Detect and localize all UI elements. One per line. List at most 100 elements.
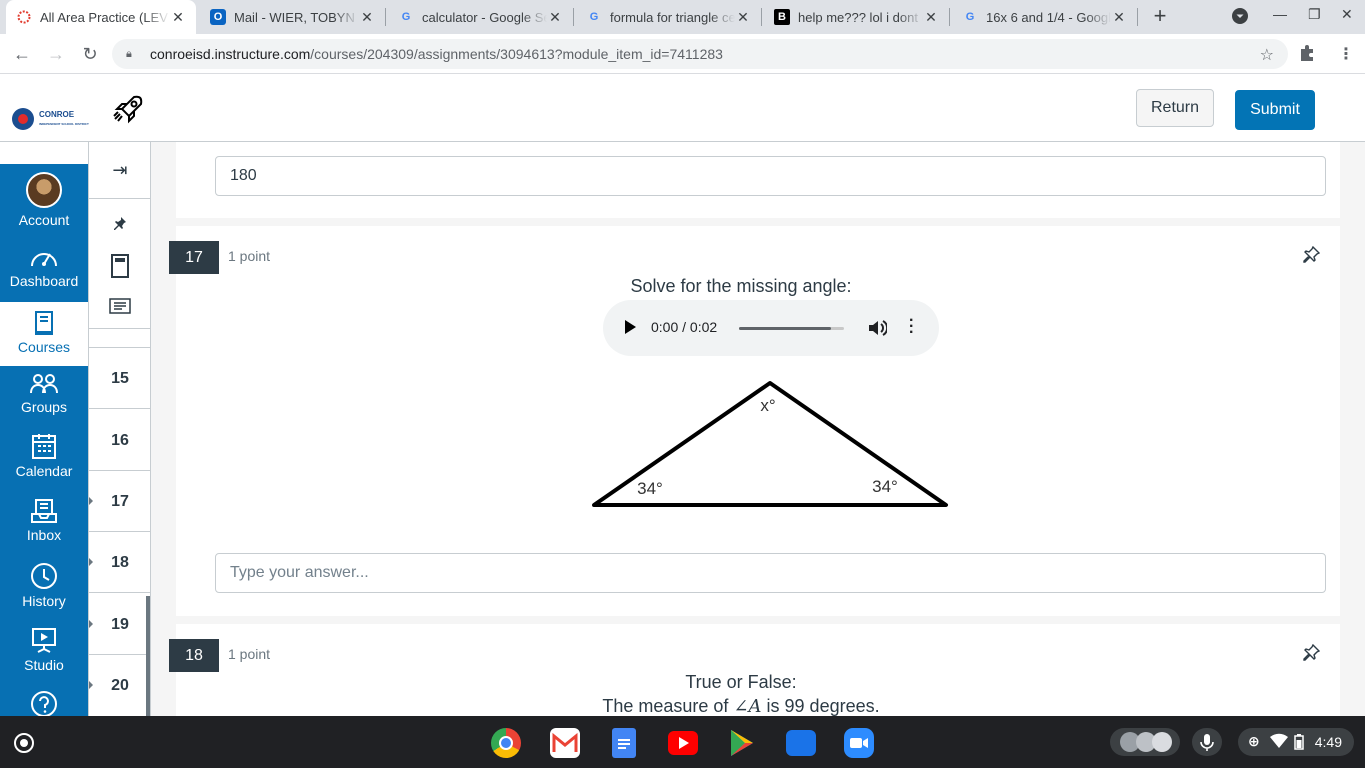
nav-groups[interactable]: Groups: [0, 372, 88, 428]
nav-help[interactable]: [0, 690, 88, 717]
question-nav-item[interactable]: 18: [89, 532, 151, 593]
question-sidebar: ⇥ 15 16 17 18 19 20: [88, 142, 151, 716]
return-button[interactable]: Return: [1136, 89, 1214, 127]
history-icon: [31, 563, 57, 589]
address-bar[interactable]: 🔒︎ conroeisd.instructure.com/courses/204…: [112, 39, 1288, 69]
wifi-icon: [1270, 733, 1288, 752]
global-nav: Account Dashboard Courses Groups Calenda…: [0, 164, 88, 717]
courses-icon: [35, 311, 53, 335]
close-window-icon[interactable]: ✕: [1341, 6, 1353, 23]
nav-courses[interactable]: Courses: [0, 302, 88, 366]
close-tab-icon[interactable]: ✕: [547, 9, 563, 26]
minimize-icon[interactable]: —: [1273, 6, 1287, 22]
answer-input[interactable]: Type your answer...: [215, 553, 1326, 593]
angle-left-label: 34°: [637, 479, 663, 498]
nav-account[interactable]: Account: [0, 172, 88, 234]
question-nav-item[interactable]: 17: [89, 471, 151, 532]
pin-question-icon[interactable]: [1302, 643, 1321, 667]
brainly-icon: B: [774, 9, 790, 25]
triangle-diagram: x° 34° 34°: [592, 381, 948, 507]
google-icon: G: [589, 11, 599, 23]
question-points: 1 point: [228, 248, 271, 264]
browser-tab-brainly[interactable]: B help me??? lol i dont g ✕: [764, 0, 949, 34]
question-nav-item[interactable]: 16: [89, 410, 151, 471]
youtube-icon[interactable]: [668, 731, 698, 755]
bookmark-star-icon[interactable]: ☆: [1260, 45, 1274, 65]
dashboard-icon: [31, 253, 57, 267]
expand-sidebar-icon[interactable]: ⇥: [89, 160, 151, 181]
close-tab-icon[interactable]: ✕: [359, 9, 375, 26]
nav-calendar[interactable]: Calendar: [0, 432, 88, 492]
zoom-icon[interactable]: [844, 728, 874, 758]
close-tab-icon[interactable]: ✕: [170, 9, 186, 26]
chrome-icon[interactable]: [491, 728, 521, 758]
pin-question-icon[interactable]: [1302, 245, 1321, 269]
files-icon[interactable]: [786, 730, 816, 756]
audio-progress-slider[interactable]: [739, 327, 844, 330]
outlook-icon: O: [210, 9, 226, 25]
play-icon[interactable]: [625, 320, 636, 334]
answer-field[interactable]: 180: [215, 156, 1326, 196]
new-tab-icon[interactable]: +: [1148, 4, 1172, 28]
forward-icon[interactable]: →: [44, 42, 68, 66]
back-icon[interactable]: ←: [10, 42, 34, 66]
question-nav-item[interactable]: 19: [89, 594, 151, 655]
browser-tab-search[interactable]: G 16x 6 and 1/4 - Googl ✕: [952, 0, 1137, 34]
browser-tab-strip: All Area Practice (LEV ✕ O Mail - WIER, …: [0, 0, 1365, 34]
nav-studio[interactable]: Studio: [0, 626, 88, 688]
question-points: 1 point: [228, 646, 271, 662]
gmail-icon[interactable]: [550, 728, 580, 758]
question-18-card: 18 1 point True or False: The measure of…: [169, 624, 1340, 716]
browser-tab-formula[interactable]: G formula for triangle ce ✕: [576, 0, 761, 34]
question-number: 18: [169, 639, 219, 672]
status-tray[interactable]: ⊕ 4:49: [1238, 728, 1354, 756]
close-tab-icon[interactable]: ✕: [1111, 9, 1127, 26]
play-store-icon[interactable]: [727, 728, 757, 758]
help-icon: [31, 691, 57, 717]
nav-history[interactable]: History: [0, 562, 88, 624]
audio-more-icon[interactable]: · · ·: [909, 313, 914, 341]
calculator-icon[interactable]: [89, 254, 151, 283]
audio-player: 0:00 / 0:02 · · ·: [603, 300, 939, 356]
canvas-icon: [16, 9, 32, 25]
microphone-icon[interactable]: [1192, 728, 1222, 756]
launcher-icon[interactable]: [14, 733, 34, 753]
inbox-icon: [31, 499, 57, 523]
reload-icon[interactable]: ↻: [78, 42, 102, 66]
close-tab-icon[interactable]: ✕: [735, 9, 751, 26]
question-prompt: Solve for the missing angle:: [630, 276, 852, 296]
browser-tab-calculator[interactable]: G calculator - Google Se ✕: [388, 0, 573, 34]
question-nav-item[interactable]: 20: [89, 655, 151, 716]
angle-x-label: x°: [760, 396, 775, 415]
notes-icon[interactable]: [89, 298, 151, 319]
avatar: [26, 172, 62, 208]
holding-space-tray[interactable]: [1110, 728, 1180, 756]
browser-tab-canvas[interactable]: All Area Practice (LEV ✕: [6, 0, 196, 34]
sidebar-scrollbar[interactable]: [146, 596, 150, 716]
district-logo[interactable]: CONROE INDEPENDENT SCHOOL DISTRICT: [12, 108, 89, 130]
nav-inbox[interactable]: Inbox: [0, 498, 88, 558]
browser-menu-icon[interactable]: ⋮: [1338, 44, 1354, 64]
question-prompt-line1: True or False:: [685, 672, 797, 692]
google-icon: G: [401, 11, 411, 23]
system-shelf: ⊕ 4:49: [0, 716, 1365, 768]
angle-right-label: 34°: [872, 477, 898, 496]
groups-icon: [30, 374, 58, 394]
pin-icon[interactable]: [89, 216, 151, 237]
question-17-card: 17 1 point Solve for the missing angle: …: [169, 226, 1340, 616]
lock-icon: 🔒︎: [126, 47, 132, 60]
volume-icon[interactable]: [867, 318, 889, 343]
close-tab-icon[interactable]: ✕: [923, 9, 939, 26]
browser-toolbar: ← → ↻ 🔒︎ conroeisd.instructure.com/cours…: [0, 34, 1365, 74]
nav-dashboard[interactable]: Dashboard: [0, 246, 88, 302]
extensions-icon[interactable]: [1298, 44, 1316, 67]
tab-search-icon[interactable]: [1232, 8, 1248, 27]
add-icon: ⊕: [1248, 733, 1260, 749]
docs-icon[interactable]: [612, 728, 636, 758]
submit-button[interactable]: Submit: [1235, 90, 1315, 130]
browser-tab-mail[interactable]: O Mail - WIER, TOBYN (S ✕: [200, 0, 385, 34]
restore-icon[interactable]: ❐: [1308, 6, 1321, 23]
question-nav-item[interactable]: 15: [89, 348, 151, 409]
question-prompt-line2: The measure of ∠A is 99 degrees.: [602, 696, 880, 716]
quiz-content: 180 17 1 point Solve for the missing ang…: [151, 142, 1365, 716]
